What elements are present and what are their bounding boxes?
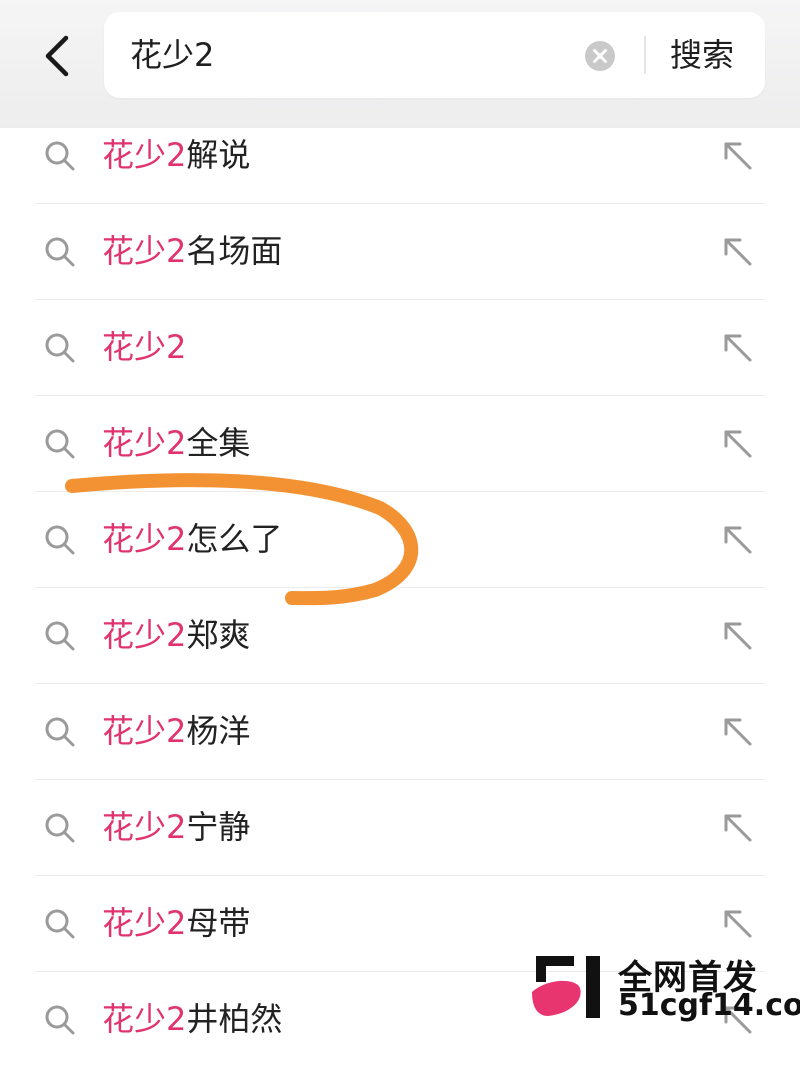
suggestion-item[interactable]: 花少2全集 [34, 396, 766, 492]
suggestion-label: 花少2名场面 [102, 232, 283, 270]
suggestion-item[interactable]: 花少2郑爽 [34, 588, 766, 684]
suggestion-label: 花少2 [102, 328, 187, 366]
suggestion-item[interactable]: 花少2解说 [34, 108, 766, 204]
fill-query-arrow-icon[interactable] [720, 906, 756, 942]
fill-query-arrow-icon[interactable] [720, 426, 756, 462]
search-box[interactable]: 花少2 搜索 [104, 12, 765, 98]
suggestion-item[interactable]: 花少2名场面 [34, 204, 766, 300]
suggestion-label: 花少2全集 [102, 424, 251, 462]
search-icon [45, 237, 75, 267]
search-icon [45, 909, 75, 939]
fill-query-arrow-icon[interactable] [720, 330, 756, 366]
back-button[interactable] [30, 28, 86, 84]
suggestion-item[interactable]: 花少2宁静 [34, 780, 766, 876]
watermark-line2: 51cgf14.com [618, 988, 800, 1023]
fill-query-arrow-icon[interactable] [720, 138, 756, 174]
fill-query-arrow-icon[interactable] [720, 234, 756, 270]
fill-query-arrow-icon[interactable] [720, 522, 756, 558]
clear-icon[interactable] [584, 40, 616, 72]
search-icon [45, 333, 75, 363]
fill-query-arrow-icon[interactable] [720, 714, 756, 750]
search-icon [45, 525, 75, 555]
search-icon [45, 1005, 75, 1035]
search-icon [45, 621, 75, 651]
search-icon [45, 429, 75, 459]
search-icon [45, 717, 75, 747]
suggestion-label: 花少2母带 [102, 904, 251, 942]
back-chevron-icon [45, 35, 69, 77]
fill-query-arrow-icon[interactable] [720, 810, 756, 846]
search-icon [45, 813, 75, 843]
suggestion-label: 花少2杨洋 [102, 712, 251, 750]
suggestion-label: 花少2井柏然 [102, 1000, 283, 1038]
divider [644, 36, 646, 74]
search-button[interactable]: 搜索 [670, 12, 734, 98]
search-input[interactable]: 花少2 [130, 12, 214, 98]
suggestion-label: 花少2解说 [102, 136, 251, 174]
search-icon [45, 141, 75, 171]
suggestion-item[interactable]: 花少2 [34, 300, 766, 396]
suggestion-label: 花少2郑爽 [102, 616, 251, 654]
fill-query-arrow-icon[interactable] [720, 618, 756, 654]
suggestion-label: 花少2宁静 [102, 808, 251, 846]
suggestion-label: 花少2怎么了 [102, 520, 283, 558]
suggestion-item[interactable]: 花少2杨洋 [34, 684, 766, 780]
suggestion-list: 花少2解说 花少2名场面 花少2 花少2全集 花少2怎么了 花少2郑爽 花少2杨… [0, 108, 800, 1067]
suggestion-item[interactable]: 花少2怎么了 [34, 492, 766, 588]
